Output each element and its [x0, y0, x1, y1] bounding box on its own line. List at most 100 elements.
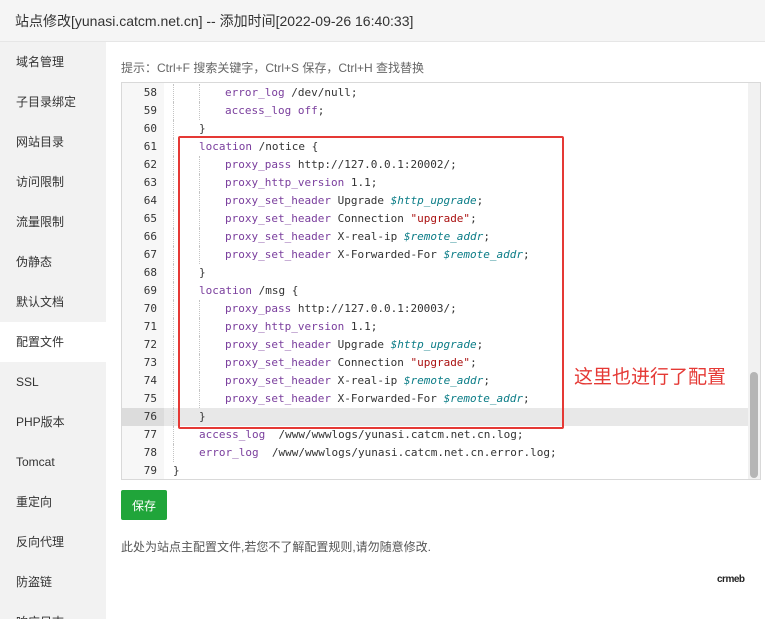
code-line[interactable]: 68}: [122, 264, 760, 282]
code-text: }: [199, 120, 206, 138]
sidebar-item-10[interactable]: Tomcat: [0, 442, 106, 482]
code-text: proxy_set_header Connection "upgrade";: [225, 210, 477, 228]
code-line[interactable]: 61 location /notice {: [122, 138, 760, 156]
code-text: proxy_http_version 1.1;: [225, 174, 377, 192]
code-line[interactable]: 76}: [122, 408, 760, 426]
editor-scrollbar[interactable]: [748, 83, 760, 479]
code-token: off: [297, 104, 318, 117]
sidebar-item-13[interactable]: 防盗链: [0, 562, 106, 602]
code-line[interactable]: 59 access_log off;: [122, 102, 760, 120]
sidebar-item-6[interactable]: 默认文档: [0, 282, 106, 322]
line-number: 63: [122, 174, 164, 192]
line-number: 72: [122, 336, 164, 354]
code-token: }: [173, 464, 180, 477]
code-line[interactable]: 67 proxy_set_header X-Forwarded-For $remo…: [122, 246, 760, 264]
code-token: }: [199, 266, 206, 279]
sidebar-item-11[interactable]: 重定向: [0, 482, 106, 522]
indent-guide: [199, 174, 200, 192]
code-line[interactable]: 69 location /msg {: [122, 282, 760, 300]
indent-guide: [173, 318, 174, 336]
code-line[interactable]: 58 error_log /dev/null;: [122, 84, 760, 102]
code-line[interactable]: 70 proxy_pass http://127.0.0.1:20003/;: [122, 300, 760, 318]
code-line[interactable]: 60}: [122, 120, 760, 138]
code-line[interactable]: 65 proxy_set_header Connection "upgrade";: [122, 210, 760, 228]
code-line[interactable]: 78 error_log /www/wwwlogs/yunasi.catcm.ne…: [122, 444, 760, 462]
line-number: 76: [122, 408, 164, 426]
code-token: 1.1;: [344, 320, 378, 333]
code-line[interactable]: 63 proxy_http_version 1.1;: [122, 174, 760, 192]
line-number: 62: [122, 156, 164, 174]
code-token: "upgrade": [410, 212, 471, 225]
code-text: proxy_set_header Upgrade $http_upgrade;: [225, 192, 483, 210]
indent-guide: [173, 336, 174, 354]
code-line[interactable]: 79}: [122, 462, 760, 479]
code-token: ;: [470, 212, 477, 225]
save-button[interactable]: 保存: [121, 490, 167, 520]
code-token: proxy_pass: [225, 302, 292, 315]
line-number: 71: [122, 318, 164, 336]
annotation-text: 这里也进行了配置: [574, 367, 727, 388]
code-line[interactable]: 71 proxy_http_version 1.1;: [122, 318, 760, 336]
sidebar: 域名管理 子目录绑定 网站目录 访问限制 流量限制 伪静态 默认文档 配置文件 SSL PHP版本…: [0, 42, 106, 619]
indent-guide: [173, 372, 174, 390]
code-text: proxy_http_version 1.1;: [225, 318, 377, 336]
indent-guide: [173, 192, 174, 210]
code-line[interactable]: 64 proxy_set_header Upgrade $http_upgrade…: [122, 192, 760, 210]
code-token: ;: [476, 194, 484, 207]
indent-guide: [173, 138, 174, 156]
code-token: error_log: [225, 86, 285, 99]
editor-scrollbar-thumb[interactable]: [750, 372, 758, 478]
config-editor[interactable]: 58 error_log /dev/null; 59 access_log off; 6…: [121, 82, 761, 480]
code-token: $remote_addr: [443, 248, 524, 261]
line-number: 64: [122, 192, 164, 210]
sidebar-item-14[interactable]: 响应日志: [0, 602, 106, 619]
code-token: proxy_set_header: [225, 338, 331, 351]
sidebar-item-2[interactable]: 网站目录: [0, 122, 106, 162]
code-line[interactable]: 75 proxy_set_header X-Forwarded-For $remo…: [122, 390, 760, 408]
code-token: access_log: [225, 104, 292, 117]
sidebar-item-7[interactable]: 配置文件: [0, 322, 106, 362]
code-line[interactable]: 66 proxy_set_header X-real-ip $remote_add…: [122, 228, 760, 246]
code-text: location /msg {: [199, 282, 298, 300]
code-line[interactable]: 62 proxy_pass http://127.0.0.1:20002/;: [122, 156, 760, 174]
sidebar-item-4[interactable]: 流量限制: [0, 202, 106, 242]
line-number: 75: [122, 390, 164, 408]
code-text: access_log /www/wwwlogs/yunasi.catcm.net…: [199, 426, 524, 444]
indent-guide: [173, 102, 174, 120]
indent-guide: [173, 246, 174, 264]
indent-guide: [173, 210, 174, 228]
sidebar-item-12[interactable]: 反向代理: [0, 522, 106, 562]
code-token: proxy_set_header: [225, 194, 331, 207]
config-warning-note: 此处为站点主配置文件,若您不了解配置规则,请勿随意修改.: [121, 540, 432, 554]
line-number: 61: [122, 138, 164, 156]
code-line[interactable]: 72 proxy_set_header Upgrade $http_upgrade…: [122, 336, 760, 354]
code-text: access_log off;: [225, 102, 324, 120]
sidebar-item-1[interactable]: 子目录绑定: [0, 82, 106, 122]
code-token: proxy_set_header: [225, 230, 331, 243]
sidebar-item-5[interactable]: 伪静态: [0, 242, 106, 282]
line-number: 69: [122, 282, 164, 300]
indent-guide: [173, 228, 174, 246]
code-line[interactable]: 77 access_log /www/wwwlogs/yunasi.catcm.n…: [122, 426, 760, 444]
sidebar-item-9[interactable]: PHP版本: [0, 402, 106, 442]
code-text: proxy_set_header X-real-ip $remote_addr;: [225, 372, 490, 390]
indent-guide: [173, 354, 174, 372]
code-token: proxy_set_header: [225, 248, 331, 261]
sidebar-item-3[interactable]: 访问限制: [0, 162, 106, 202]
line-number: 60: [122, 120, 164, 138]
code-token: http://127.0.0.1:20003/;: [291, 302, 457, 315]
code-text: proxy_set_header Upgrade $http_upgrade;: [225, 336, 483, 354]
code-token: ;: [523, 248, 530, 261]
code-token: location: [199, 284, 252, 297]
line-number: 70: [122, 300, 164, 318]
indent-guide: [173, 390, 174, 408]
line-number: 73: [122, 354, 164, 372]
indent-guide: [199, 246, 200, 264]
sidebar-item-0[interactable]: 域名管理: [0, 42, 106, 82]
line-number: 65: [122, 210, 164, 228]
code-token: http://127.0.0.1:20002/;: [291, 158, 457, 171]
indent-guide: [173, 426, 174, 444]
code-token: ;: [483, 230, 490, 243]
sidebar-item-8[interactable]: SSL: [0, 362, 106, 402]
line-number: 77: [122, 426, 164, 444]
